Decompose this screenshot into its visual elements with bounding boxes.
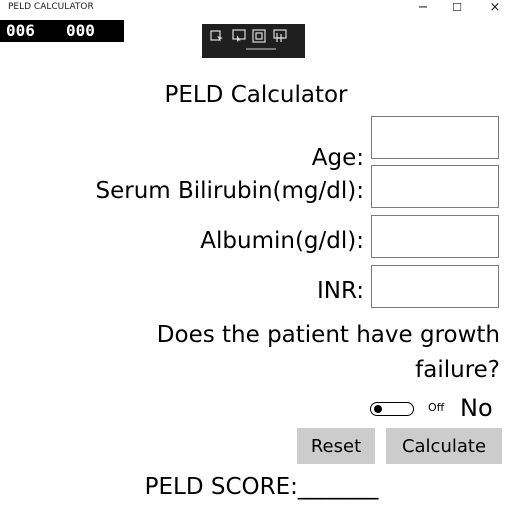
counter-right-value: 000 xyxy=(66,21,95,40)
toolbar-collapse-handle[interactable] xyxy=(246,48,276,50)
growth-failure-toggle[interactable]: Off No xyxy=(370,394,510,424)
minimize-button[interactable]: − xyxy=(406,0,440,18)
toggle-answer-text: No xyxy=(460,394,493,422)
albumin-label: Albumin(g/dl): xyxy=(200,228,364,254)
reset-button[interactable]: Reset xyxy=(297,428,375,464)
toggle-switch[interactable] xyxy=(370,402,414,416)
age-label: Age: xyxy=(311,145,364,171)
pointer-icon[interactable] xyxy=(232,29,246,43)
inr-input[interactable] xyxy=(371,265,499,308)
inr-label: INR: xyxy=(316,278,364,304)
calculate-button[interactable]: Calculate xyxy=(386,428,502,464)
growth-failure-question: Does the patient have growth failure? xyxy=(30,318,500,388)
toggle-state-text: Off xyxy=(428,401,445,414)
select-element-icon[interactable] xyxy=(210,29,224,43)
counter-left-value: 006 xyxy=(6,21,35,40)
close-button[interactable]: × xyxy=(478,0,512,18)
frame-rate-counter: 006 000 xyxy=(0,20,124,42)
growth-question-line1: Does the patient have growth xyxy=(156,322,500,348)
app-title: PELD CALCULATOR xyxy=(8,2,94,12)
page-title: PELD Calculator xyxy=(164,82,348,108)
serum-bilirubin-label: Serum Bilirubin(mg/dl): xyxy=(95,178,365,204)
age-input[interactable] xyxy=(371,116,499,159)
frame-icon[interactable] xyxy=(252,29,266,43)
serum-bilirubin-input[interactable] xyxy=(371,165,499,208)
track-focus-icon[interactable] xyxy=(273,29,287,43)
toggle-knob xyxy=(374,405,382,413)
debug-toolbar xyxy=(202,24,305,58)
albumin-input[interactable] xyxy=(371,215,499,258)
peld-score-output: PELD SCORE:_______ xyxy=(144,474,379,500)
maximize-button[interactable]: ☐ xyxy=(440,0,474,18)
growth-question-line2: failure? xyxy=(415,357,500,383)
title-bar: PELD CALCULATOR − ☐ × xyxy=(0,0,512,18)
